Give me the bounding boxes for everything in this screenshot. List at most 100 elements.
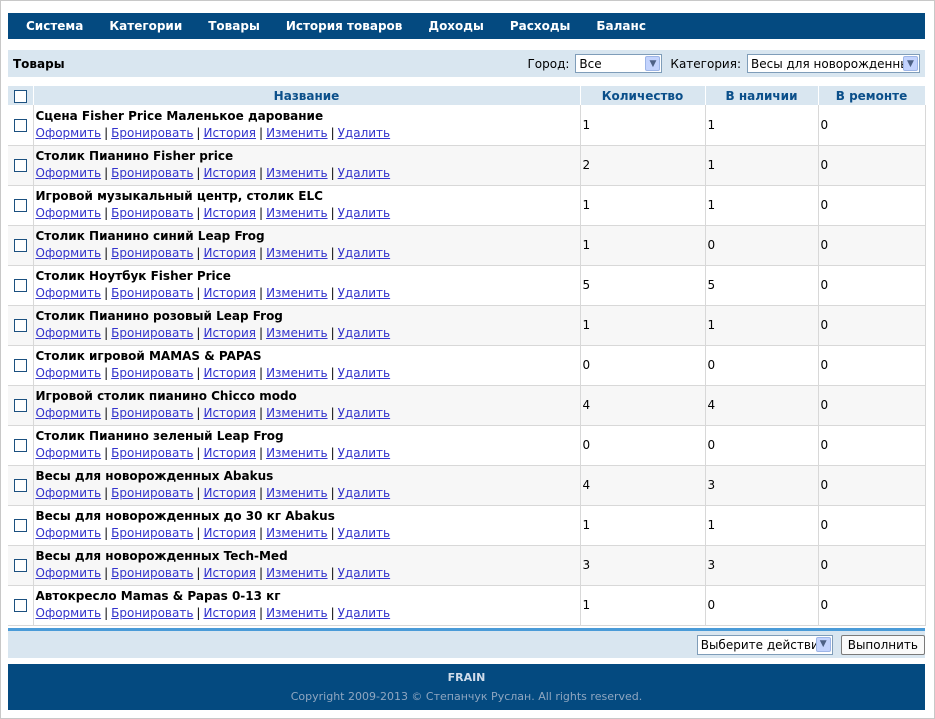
reserve-link[interactable]: Бронировать (111, 286, 193, 300)
checkout-link[interactable]: Оформить (36, 526, 102, 540)
reserve-link[interactable]: Бронировать (111, 126, 193, 140)
row-checkbox[interactable] (13, 479, 27, 492)
checkout-link[interactable]: Оформить (36, 406, 102, 420)
checkout-link[interactable]: Оформить (36, 606, 102, 620)
edit-link[interactable]: Изменить (266, 526, 328, 540)
history-link[interactable]: История (203, 526, 256, 540)
edit-link[interactable]: Изменить (266, 446, 328, 460)
nav-item-categories[interactable]: Категории (109, 19, 182, 33)
checkout-link[interactable]: Оформить (36, 246, 102, 260)
reserve-link[interactable]: Бронировать (111, 246, 193, 260)
delete-link[interactable]: Удалить (338, 366, 391, 380)
edit-link[interactable]: Изменить (266, 486, 328, 500)
delete-link[interactable]: Удалить (338, 286, 391, 300)
history-link[interactable]: История (203, 366, 256, 380)
bulk-action-select[interactable]: Выберите действие ▼ (696, 634, 833, 655)
reserve-link[interactable]: Бронировать (111, 326, 193, 340)
nav-item-product-history[interactable]: История товаров (286, 19, 403, 33)
reserve-link[interactable]: Бронировать (111, 526, 193, 540)
delete-link[interactable]: Удалить (338, 246, 391, 260)
reserve-link[interactable]: Бронировать (111, 406, 193, 420)
row-checkbox[interactable] (13, 279, 27, 292)
chevron-down-icon[interactable]: ▼ (645, 56, 661, 71)
checkout-link[interactable]: Оформить (36, 206, 102, 220)
chevron-down-icon[interactable]: ▼ (903, 56, 918, 71)
row-checkbox[interactable] (13, 159, 27, 172)
edit-link[interactable]: Изменить (266, 286, 328, 300)
delete-link[interactable]: Удалить (338, 166, 391, 180)
delete-link[interactable]: Удалить (338, 126, 391, 140)
action-separator: | (330, 606, 335, 620)
category-select[interactable]: Весы для новорожденных ▼ (747, 54, 920, 73)
reserve-link[interactable]: Бронировать (111, 366, 193, 380)
checkout-link[interactable]: Оформить (36, 126, 102, 140)
column-header-quantity[interactable]: Количество (580, 86, 706, 105)
row-checkbox[interactable] (13, 519, 27, 532)
delete-link[interactable]: Удалить (338, 486, 391, 500)
row-select-cell (8, 145, 34, 186)
history-link[interactable]: История (203, 286, 256, 300)
edit-link[interactable]: Изменить (266, 566, 328, 580)
history-link[interactable]: История (203, 606, 256, 620)
delete-link[interactable]: Удалить (338, 526, 391, 540)
reserve-link[interactable]: Бронировать (111, 486, 193, 500)
edit-link[interactable]: Изменить (266, 326, 328, 340)
reserve-link[interactable]: Бронировать (111, 566, 193, 580)
reserve-link[interactable]: Бронировать (111, 606, 193, 620)
reserve-link[interactable]: Бронировать (111, 166, 193, 180)
reserve-link[interactable]: Бронировать (111, 446, 193, 460)
chevron-down-icon[interactable]: ▼ (815, 636, 831, 652)
history-link[interactable]: История (203, 566, 256, 580)
row-checkbox[interactable] (13, 399, 27, 412)
checkout-link[interactable]: Оформить (36, 326, 102, 340)
row-checkbox[interactable] (13, 199, 27, 212)
history-link[interactable]: История (203, 326, 256, 340)
column-header-in-repair[interactable]: В ремонте (818, 86, 926, 105)
edit-link[interactable]: Изменить (266, 206, 328, 220)
history-link[interactable]: История (203, 446, 256, 460)
select-all-checkbox[interactable] (13, 89, 27, 103)
edit-link[interactable]: Изменить (266, 166, 328, 180)
row-checkbox[interactable] (13, 599, 27, 612)
product-name-cell: Столик Пианино Fisher price Оформить | Брон… (33, 145, 581, 186)
delete-link[interactable]: Удалить (338, 566, 391, 580)
history-link[interactable]: История (203, 126, 256, 140)
edit-link[interactable]: Изменить (266, 406, 328, 420)
row-checkbox[interactable] (13, 118, 27, 132)
nav-item-products[interactable]: Товары (208, 19, 260, 33)
nav-item-expenses[interactable]: Расходы (510, 19, 571, 33)
nav-item-income[interactable]: Доходы (428, 19, 483, 33)
delete-link[interactable]: Удалить (338, 406, 391, 420)
column-header-name[interactable]: Название (33, 86, 581, 105)
edit-link[interactable]: Изменить (266, 126, 328, 140)
checkout-link[interactable]: Оформить (36, 486, 102, 500)
row-checkbox[interactable] (13, 319, 27, 332)
city-select[interactable]: Все ▼ (575, 54, 663, 73)
execute-button[interactable]: Выполнить (840, 634, 925, 655)
edit-link[interactable]: Изменить (266, 606, 328, 620)
row-checkbox[interactable] (13, 559, 27, 572)
column-header-in-stock[interactable]: В наличии (705, 86, 819, 105)
edit-link[interactable]: Изменить (266, 366, 328, 380)
history-link[interactable]: История (203, 166, 256, 180)
delete-link[interactable]: Удалить (338, 206, 391, 220)
checkout-link[interactable]: Оформить (36, 566, 102, 580)
row-checkbox[interactable] (13, 439, 27, 452)
history-link[interactable]: История (203, 206, 256, 220)
delete-link[interactable]: Удалить (338, 606, 391, 620)
edit-link[interactable]: Изменить (266, 246, 328, 260)
checkout-link[interactable]: Оформить (36, 286, 102, 300)
nav-item-system[interactable]: Система (26, 19, 83, 33)
history-link[interactable]: История (203, 246, 256, 260)
history-link[interactable]: История (203, 486, 256, 500)
delete-link[interactable]: Удалить (338, 326, 391, 340)
reserve-link[interactable]: Бронировать (111, 206, 193, 220)
row-checkbox[interactable] (13, 359, 27, 372)
delete-link[interactable]: Удалить (338, 446, 391, 460)
checkout-link[interactable]: Оформить (36, 166, 102, 180)
history-link[interactable]: История (203, 406, 256, 420)
row-checkbox[interactable] (13, 239, 27, 252)
nav-item-balance[interactable]: Баланс (596, 19, 646, 33)
checkout-link[interactable]: Оформить (36, 366, 102, 380)
checkout-link[interactable]: Оформить (36, 446, 102, 460)
